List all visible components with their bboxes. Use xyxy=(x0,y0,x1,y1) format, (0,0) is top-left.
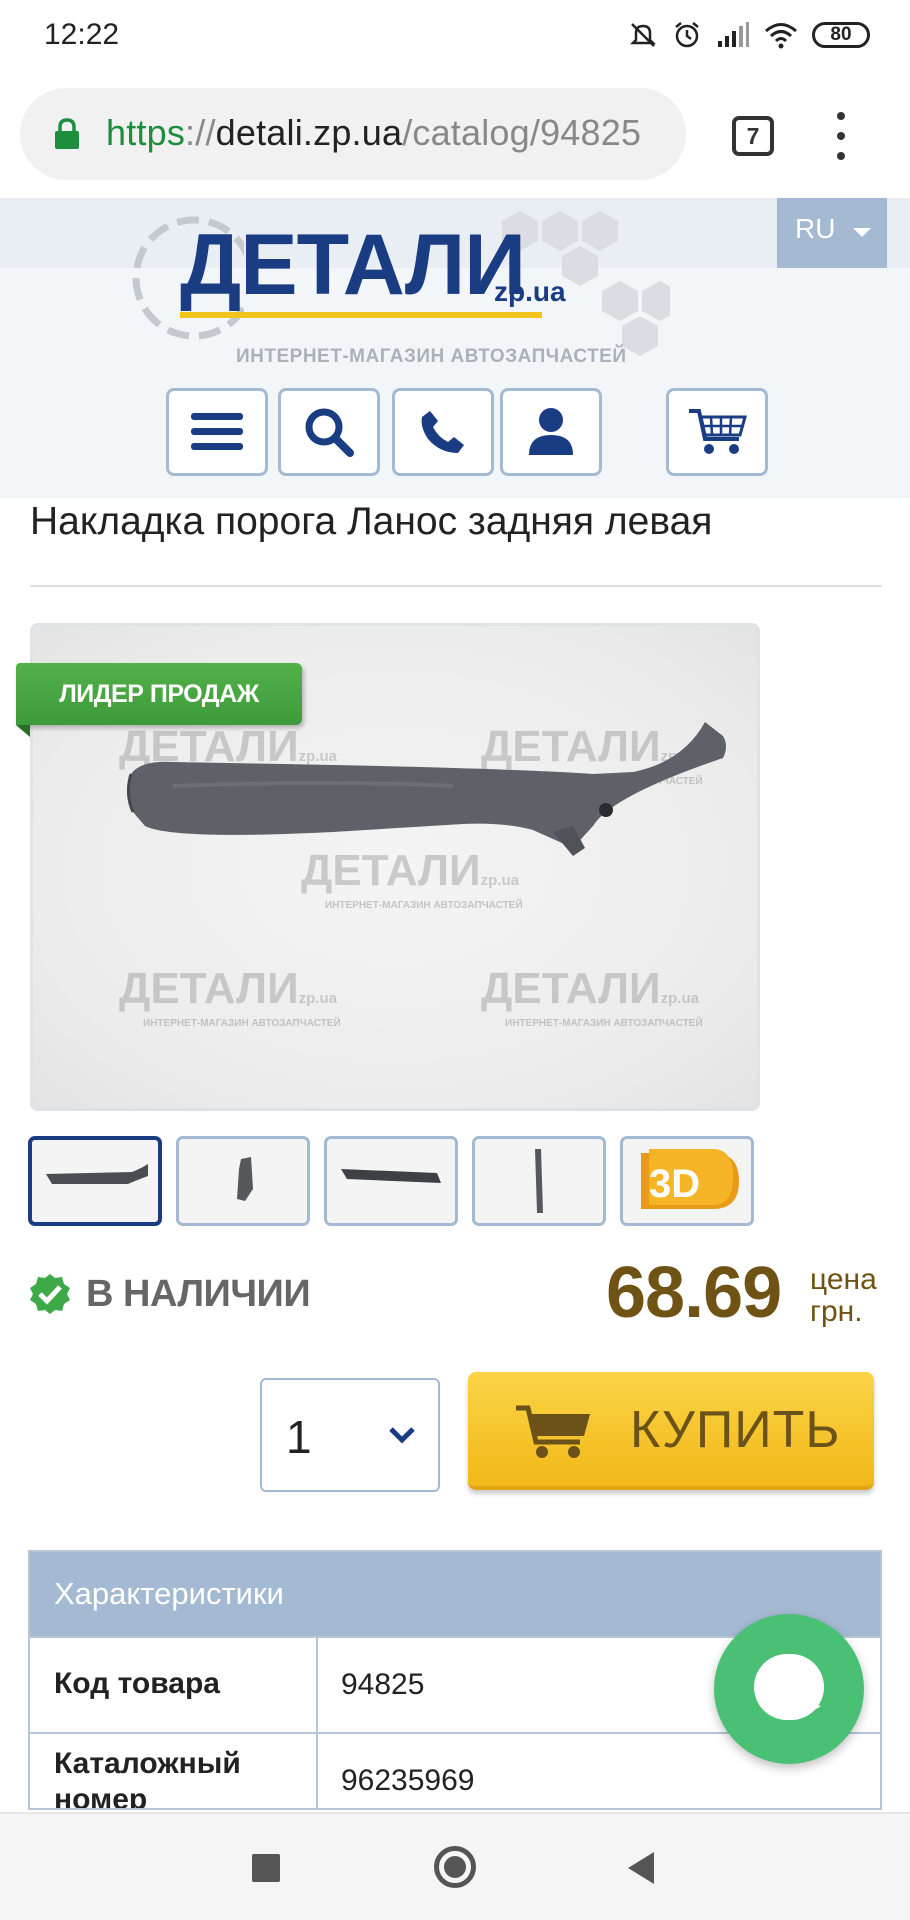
cart-button[interactable] xyxy=(666,388,768,476)
chat-icon-tail xyxy=(796,1702,822,1724)
mute-icon xyxy=(629,23,657,47)
thumbnail-3d[interactable]: 3D xyxy=(620,1136,754,1226)
back-icon[interactable] xyxy=(628,1852,654,1884)
signal-icon xyxy=(718,22,749,47)
quantity-select[interactable]: 1 xyxy=(260,1378,440,1492)
lock-icon xyxy=(55,118,79,149)
bestseller-badge: ЛИДЕР ПРОДАЖ xyxy=(16,663,302,725)
phone-button[interactable] xyxy=(392,388,494,476)
chat-button[interactable] xyxy=(714,1614,864,1764)
url-host: detali.zp.ua xyxy=(215,112,403,153)
wifi-icon xyxy=(765,23,797,49)
price-currency: грн. xyxy=(810,1295,863,1328)
search-button[interactable] xyxy=(278,388,380,476)
title-divider xyxy=(30,585,882,587)
thumbnail-part-image xyxy=(46,1164,148,1184)
status-icons: 80 xyxy=(628,20,870,50)
caret-down-icon xyxy=(853,228,871,237)
logo-title: ДЕТАЛИ xyxy=(180,217,526,313)
stock-status: В НАЛИЧИИ xyxy=(28,1272,311,1316)
cart-icon xyxy=(516,1405,590,1458)
language-selector[interactable]: RU xyxy=(777,198,887,268)
tab-switcher-button[interactable]: 7 xyxy=(732,116,774,156)
spec-key: Каталожный номер xyxy=(54,1747,241,1810)
logo-domain: zp.ua xyxy=(494,276,566,307)
thumbnail-part-image xyxy=(237,1157,253,1201)
spec-value: 96235969 xyxy=(341,1764,475,1797)
url-fade xyxy=(646,88,686,180)
3d-label: 3D xyxy=(649,1162,700,1206)
battery-icon: 80 xyxy=(812,22,870,48)
menu-icon xyxy=(191,413,243,450)
price-caption-label: цена xyxy=(810,1263,877,1296)
system-nav-bar xyxy=(0,1812,910,1920)
home-icon[interactable] xyxy=(434,1846,476,1888)
logo-underline xyxy=(180,312,542,318)
buy-label: КУПИТЬ xyxy=(630,1401,841,1459)
spec-key: Код товара xyxy=(54,1667,220,1700)
thumbnail-1[interactable] xyxy=(28,1136,162,1226)
thumbnail-part-image xyxy=(535,1149,543,1213)
product-title: Накладка порога Ланос задняя левая xyxy=(30,500,713,543)
alarm-icon xyxy=(675,22,699,48)
site-logo[interactable]: ДЕТАЛИ zp.ua ИНТЕРНЕТ-МАГАЗИН АВТОЗАПЧАС… xyxy=(132,198,692,367)
thumbnail-2[interactable] xyxy=(176,1136,310,1226)
logo-tagline: ИНТЕРНЕТ-МАГАЗИН АВТОЗАПЧАСТЕЙ xyxy=(236,346,627,367)
thumbnail-strip: 3D xyxy=(28,1136,768,1228)
search-icon xyxy=(305,408,354,457)
thumbnail-3[interactable] xyxy=(324,1136,458,1226)
address-bar[interactable]: https://detali.zp.ua/catalog/94825 xyxy=(20,88,686,180)
language-label: RU xyxy=(795,213,836,244)
check-icon xyxy=(30,1274,70,1314)
browser-menu-icon[interactable] xyxy=(836,112,846,160)
thumbnail-part-image xyxy=(341,1169,441,1183)
3d-view-icon: 3D xyxy=(641,1149,739,1209)
spec-value: 94825 xyxy=(341,1668,425,1701)
status-time: 12:22 xyxy=(44,18,120,51)
url-text: https://detali.zp.ua/catalog/94825 xyxy=(106,112,641,154)
recents-icon[interactable] xyxy=(252,1854,280,1882)
account-button[interactable] xyxy=(500,388,602,476)
quantity-value: 1 xyxy=(286,1411,312,1463)
badge-fold xyxy=(16,725,30,737)
chevron-down-icon xyxy=(389,1427,415,1444)
menu-button[interactable] xyxy=(166,388,268,476)
url-path: /catalog/94825 xyxy=(402,112,642,153)
price-caption: цена грн. xyxy=(810,1264,877,1328)
user-icon xyxy=(529,408,573,455)
buy-button[interactable]: КУПИТЬ xyxy=(468,1372,874,1490)
status-bar: 12:22 80 xyxy=(0,0,910,80)
url-scheme: https xyxy=(106,112,186,153)
site-nav xyxy=(0,388,910,478)
browser-toolbar: https://detali.zp.ua/catalog/94825 7 xyxy=(0,80,910,198)
price-value: 68.69 xyxy=(606,1253,782,1333)
thumbnail-4[interactable] xyxy=(472,1136,606,1226)
url-separator: :// xyxy=(185,112,216,153)
cart-icon xyxy=(689,409,747,454)
stock-label: В НАЛИЧИИ xyxy=(86,1272,311,1315)
phone-icon xyxy=(421,411,464,453)
column-divider xyxy=(316,1636,318,1808)
